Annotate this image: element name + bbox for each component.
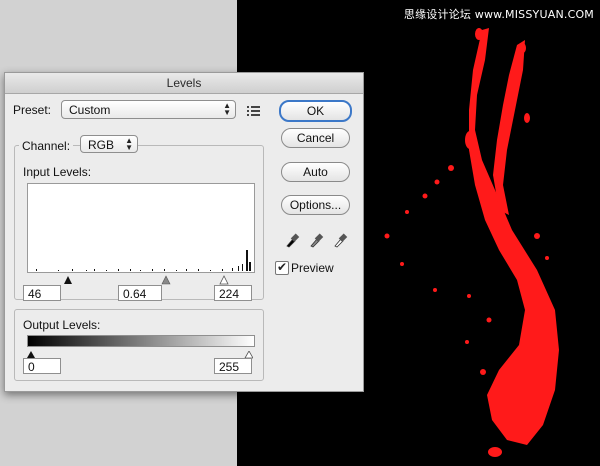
white-point-eyedropper-icon[interactable] (334, 233, 348, 248)
black-point-eyedropper-icon[interactable] (286, 233, 300, 248)
channel-value: RGB (88, 138, 115, 152)
output-levels-slider[interactable] (27, 346, 254, 359)
ok-button[interactable]: OK (279, 100, 352, 122)
histogram-plot (36, 250, 251, 271)
watermark-text: 思缘设计论坛 www.MISSYUAN.COM (403, 8, 594, 21)
dialog-titlebar[interactable]: Levels (5, 73, 363, 94)
checkmark-icon: ✔ (277, 260, 288, 274)
histogram (27, 183, 255, 273)
output-black-slider-handle[interactable] (27, 351, 35, 358)
input-levels-slider[interactable] (27, 272, 253, 285)
channel-label: Channel: (19, 139, 74, 153)
input-white-slider-handle[interactable] (219, 275, 229, 285)
updown-arrows-icon: ▲ ▼ (125, 136, 133, 152)
preview-checkbox[interactable]: ✔ (275, 260, 289, 275)
auto-button[interactable]: Auto (281, 162, 350, 182)
dialog-title: Levels (166, 76, 202, 90)
output-white-slider-handle[interactable] (244, 350, 254, 359)
input-black-field[interactable]: 46 (23, 285, 61, 301)
output-black-field[interactable]: 0 (23, 358, 61, 374)
input-levels-label: Input Levels: (23, 165, 92, 179)
input-gamma-slider-handle[interactable] (161, 275, 171, 285)
input-black-slider-handle[interactable] (64, 276, 72, 284)
output-levels-label: Output Levels: (23, 318, 101, 332)
preset-label: Preset: (13, 103, 52, 117)
gray-point-eyedropper-icon[interactable] (310, 233, 324, 248)
output-white-field[interactable]: 255 (214, 358, 252, 374)
cancel-button[interactable]: Cancel (281, 128, 350, 148)
options-button[interactable]: Options... (281, 195, 350, 215)
preset-options-icon[interactable] (247, 104, 261, 116)
updown-arrows-icon: ▲ ▼ (223, 101, 231, 117)
input-gamma-field[interactable]: 0.64 (118, 285, 162, 301)
preview-label: Preview (291, 261, 334, 275)
preset-dropdown[interactable]: Custom ▲ ▼ (61, 100, 236, 119)
channel-dropdown[interactable]: RGB ▲ ▼ (80, 135, 138, 153)
preset-value: Custom (69, 103, 111, 117)
levels-dialog: Levels Preset: Custom ▲ ▼ OK Cancel Auto … (4, 72, 364, 392)
input-white-field[interactable]: 224 (214, 285, 252, 301)
eyedropper-group (285, 230, 355, 248)
